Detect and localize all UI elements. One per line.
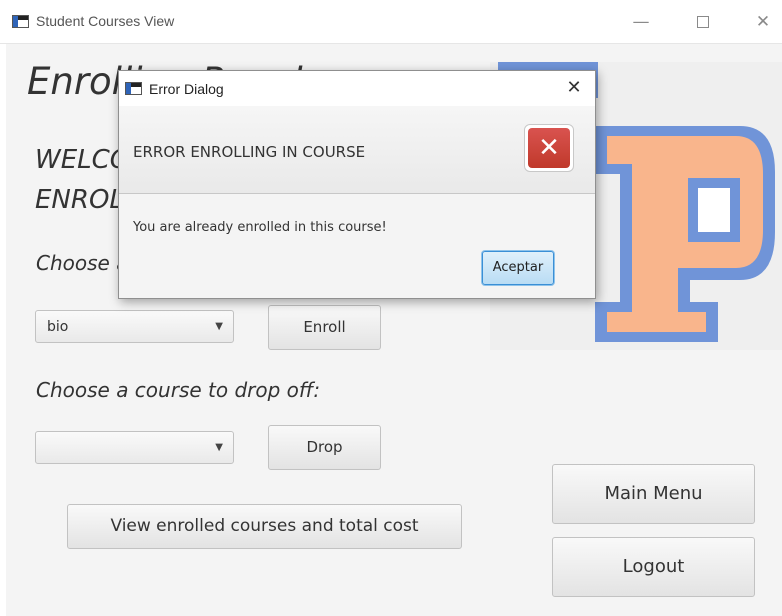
dialog-header-text: ERROR ENROLLING IN COURSE bbox=[133, 143, 366, 161]
window-title: Student Courses View bbox=[36, 13, 175, 29]
enroll-course-combo[interactable]: bio ▼ bbox=[35, 310, 234, 343]
logout-button[interactable]: Logout bbox=[552, 537, 755, 597]
enroll-combo-value: bio bbox=[47, 319, 69, 335]
close-icon[interactable]: ✕ bbox=[748, 8, 778, 36]
view-enrolled-courses-button[interactable]: View enrolled courses and total cost bbox=[67, 504, 462, 549]
dialog-app-icon bbox=[125, 82, 142, 95]
dialog-header: ERROR ENROLLING IN COURSE ✕ bbox=[119, 106, 595, 194]
enroll-button[interactable]: Enroll bbox=[268, 305, 381, 350]
dialog-close-icon[interactable]: ✕ bbox=[557, 74, 591, 102]
maximize-icon[interactable] bbox=[688, 8, 718, 36]
dialog-message: You are already enrolled in this course! bbox=[133, 220, 387, 235]
chevron-down-icon: ▼ bbox=[215, 442, 223, 453]
dialog-titlebar: Error Dialog ✕ bbox=[119, 71, 595, 106]
main-window-titlebar: Student Courses View — ✕ bbox=[0, 0, 782, 44]
error-dialog: Error Dialog ✕ ERROR ENROLLING IN COURSE… bbox=[118, 70, 596, 299]
drop-course-combo[interactable]: ▼ bbox=[35, 431, 234, 464]
drop-course-label: Choose a course to drop off: bbox=[36, 378, 321, 402]
main-menu-button[interactable]: Main Menu bbox=[552, 464, 755, 524]
chevron-down-icon: ▼ bbox=[215, 321, 223, 332]
minimize-icon[interactable]: — bbox=[626, 8, 656, 36]
app-icon bbox=[12, 15, 29, 28]
error-icon: ✕ bbox=[524, 124, 574, 172]
ok-button[interactable]: Aceptar bbox=[482, 251, 554, 285]
drop-button[interactable]: Drop bbox=[268, 425, 381, 470]
error-x-icon: ✕ bbox=[528, 128, 570, 168]
dialog-title: Error Dialog bbox=[149, 81, 224, 97]
